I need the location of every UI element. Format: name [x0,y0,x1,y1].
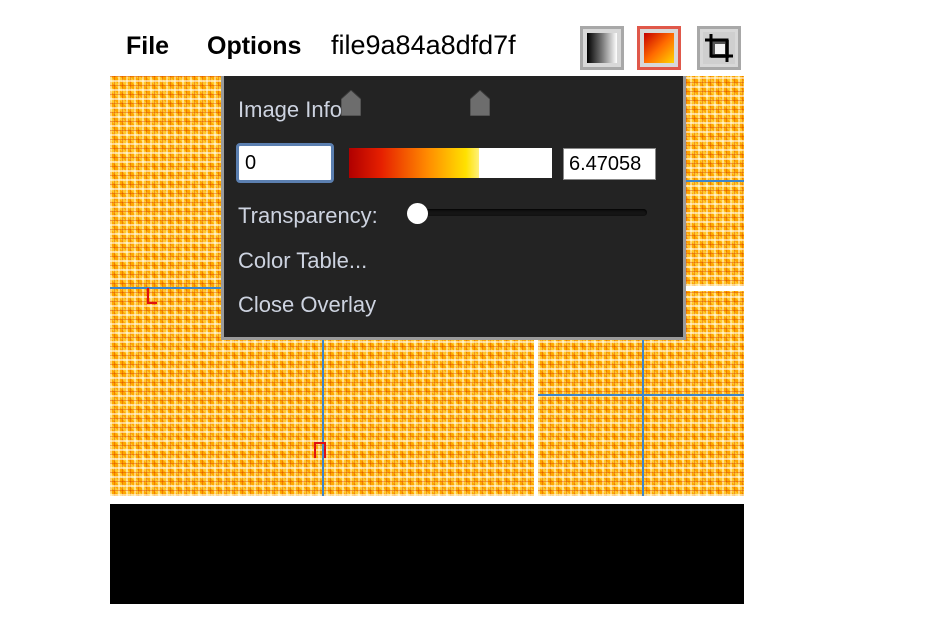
transparency-label: Transparency: [238,203,378,228]
crop-tool-button[interactable] [697,26,741,70]
corner-marker [147,288,157,304]
file-name-title: file9a84a8dfd7f [331,30,516,60]
options-menu[interactable]: Options [207,31,301,61]
range-max-input[interactable] [563,148,656,180]
grid-line [538,394,744,396]
transparency-slider-track[interactable] [414,209,647,216]
status-strip [110,504,744,604]
close-overlay-menu-item[interactable]: Close Overlay [238,292,376,318]
grid-line [642,336,644,496]
color-range-bar[interactable] [349,148,552,178]
crop-icon [703,32,735,64]
heat-gradient-icon [644,33,674,63]
grayscale-colormap-button[interactable] [580,26,624,70]
range-min-input[interactable] [236,143,334,183]
color-table-menu-item[interactable]: Color Table... [238,248,367,274]
grid-line [322,326,324,496]
viewer-window: File Options file9a84a8dfd7f Image Info … [0,0,934,622]
file-menu[interactable]: File [126,31,169,61]
heat-colormap-button[interactable] [637,26,681,70]
corner-marker [314,442,326,458]
color-range-gradient [349,148,479,178]
transparency-slider-knob[interactable] [407,203,428,224]
grayscale-gradient-icon [587,33,617,63]
range-min-handle[interactable] [341,90,361,116]
image-info-overlay: Image Info Transparency: Color Table... … [221,76,686,340]
color-range-saturated [479,148,552,178]
range-max-handle[interactable] [470,90,490,116]
image-info-label[interactable]: Image Info [238,97,342,123]
